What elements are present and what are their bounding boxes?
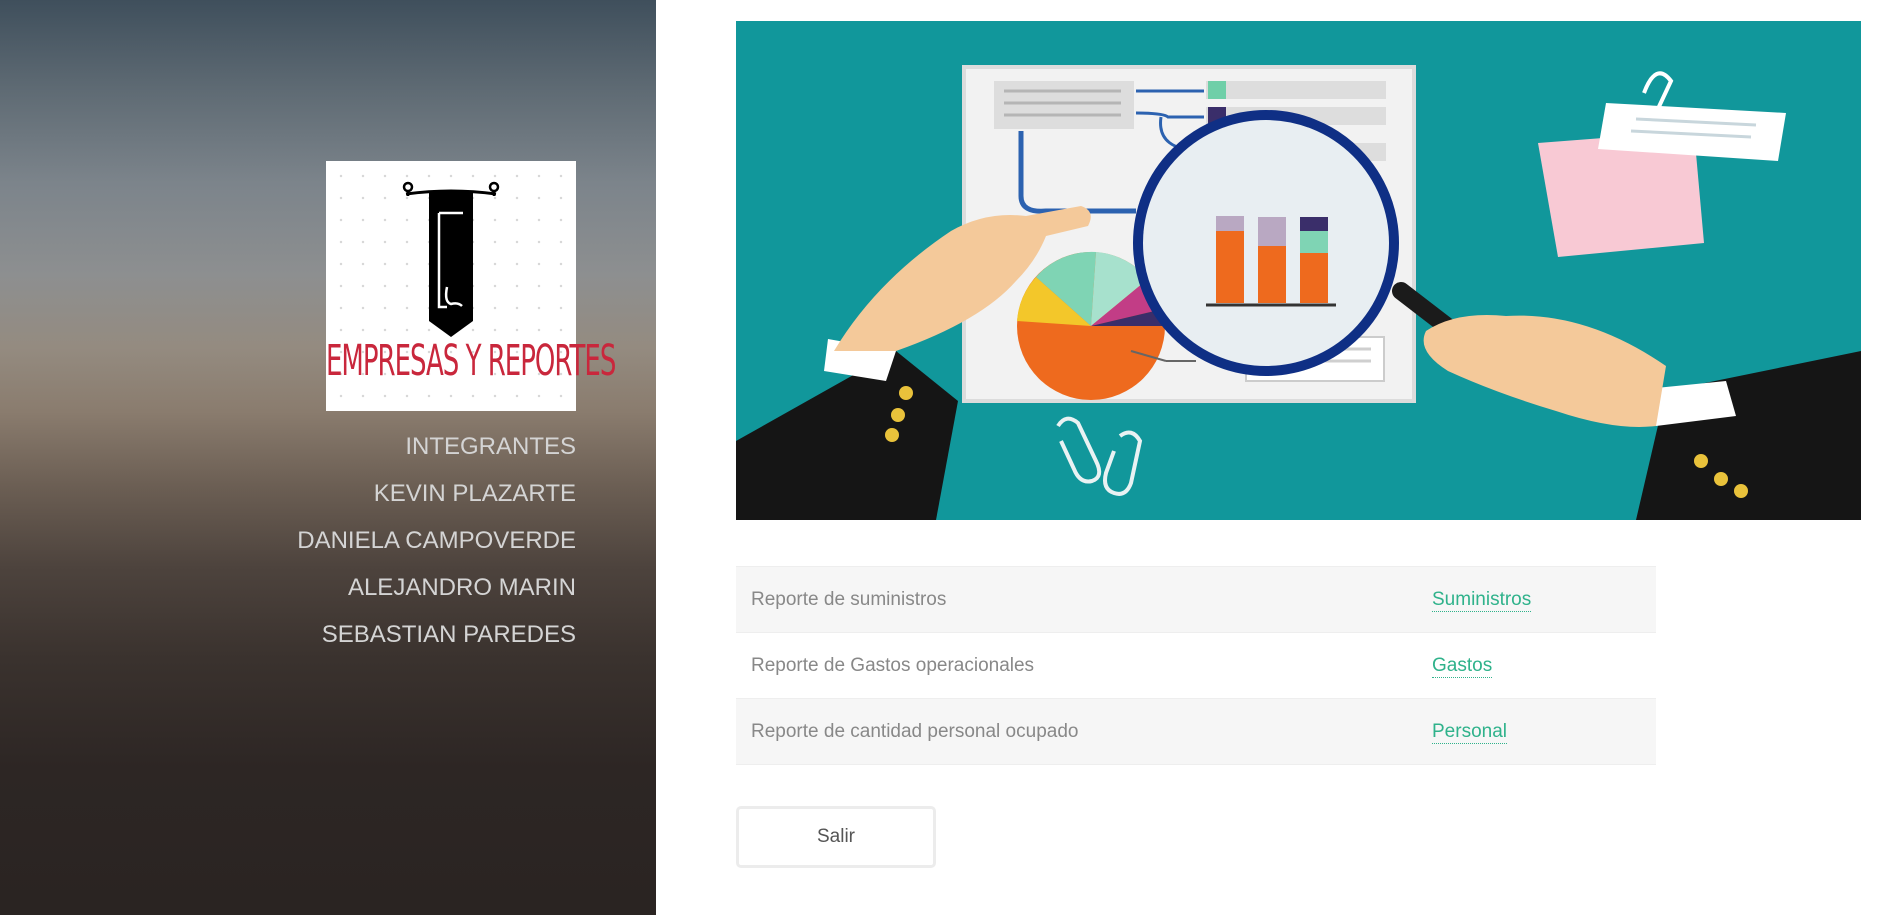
report-link-cell: Suministros <box>1424 566 1656 633</box>
right-hand-icon <box>1423 315 1861 520</box>
hero-image <box>736 21 1861 520</box>
magnifier-icon <box>1133 110 1475 376</box>
gastos-link[interactable]: Gastos <box>1432 654 1493 678</box>
sticky-note-icon <box>1538 71 1786 257</box>
report-description: Reporte de Gastos operacionales <box>736 632 1424 699</box>
sidebar: EMPRESAS Y REPORTES INTEGRANTES KEVIN PL… <box>0 0 656 915</box>
reports-table: Reporte de suministros Suministros Repor… <box>736 566 1656 765</box>
nav-item-daniela-campoverde[interactable]: DANIELA CAMPOVERDE <box>0 526 576 573</box>
table-row: Reporte de Gastos operacionales Gastos <box>736 632 1656 699</box>
personal-link[interactable]: Personal <box>1432 720 1507 744</box>
table-row: Reporte de suministros Suministros <box>736 566 1656 633</box>
nav-item-sebastian-paredes[interactable]: SEBASTIAN PAREDES <box>0 620 576 667</box>
report-description: Reporte de suministros <box>736 566 1424 633</box>
suministros-link[interactable]: Suministros <box>1432 588 1532 612</box>
report-link-cell: Gastos <box>1424 632 1656 699</box>
logo-text: EMPRESAS Y REPORTES <box>326 337 616 387</box>
report-description: Reporte de cantidad personal ocupado <box>736 698 1424 765</box>
report-link-cell: Personal <box>1424 698 1656 765</box>
nav-item-integrantes[interactable]: INTEGRANTES <box>0 432 576 479</box>
table-row: Reporte de cantidad personal ocupado Per… <box>736 698 1656 765</box>
nav-item-kevin-plazarte[interactable]: KEVIN PLAZARTE <box>0 479 576 526</box>
nav-item-alejandro-marin[interactable]: ALEJANDRO MARIN <box>0 573 576 620</box>
report-analysis-illustration <box>736 65 1861 520</box>
company-logo: EMPRESAS Y REPORTES <box>326 161 616 411</box>
exit-button[interactable]: Salir <box>736 806 936 868</box>
paper-clip-icon <box>1056 416 1143 496</box>
members-nav: INTEGRANTES KEVIN PLAZARTE DANIELA CAMPO… <box>0 432 576 667</box>
